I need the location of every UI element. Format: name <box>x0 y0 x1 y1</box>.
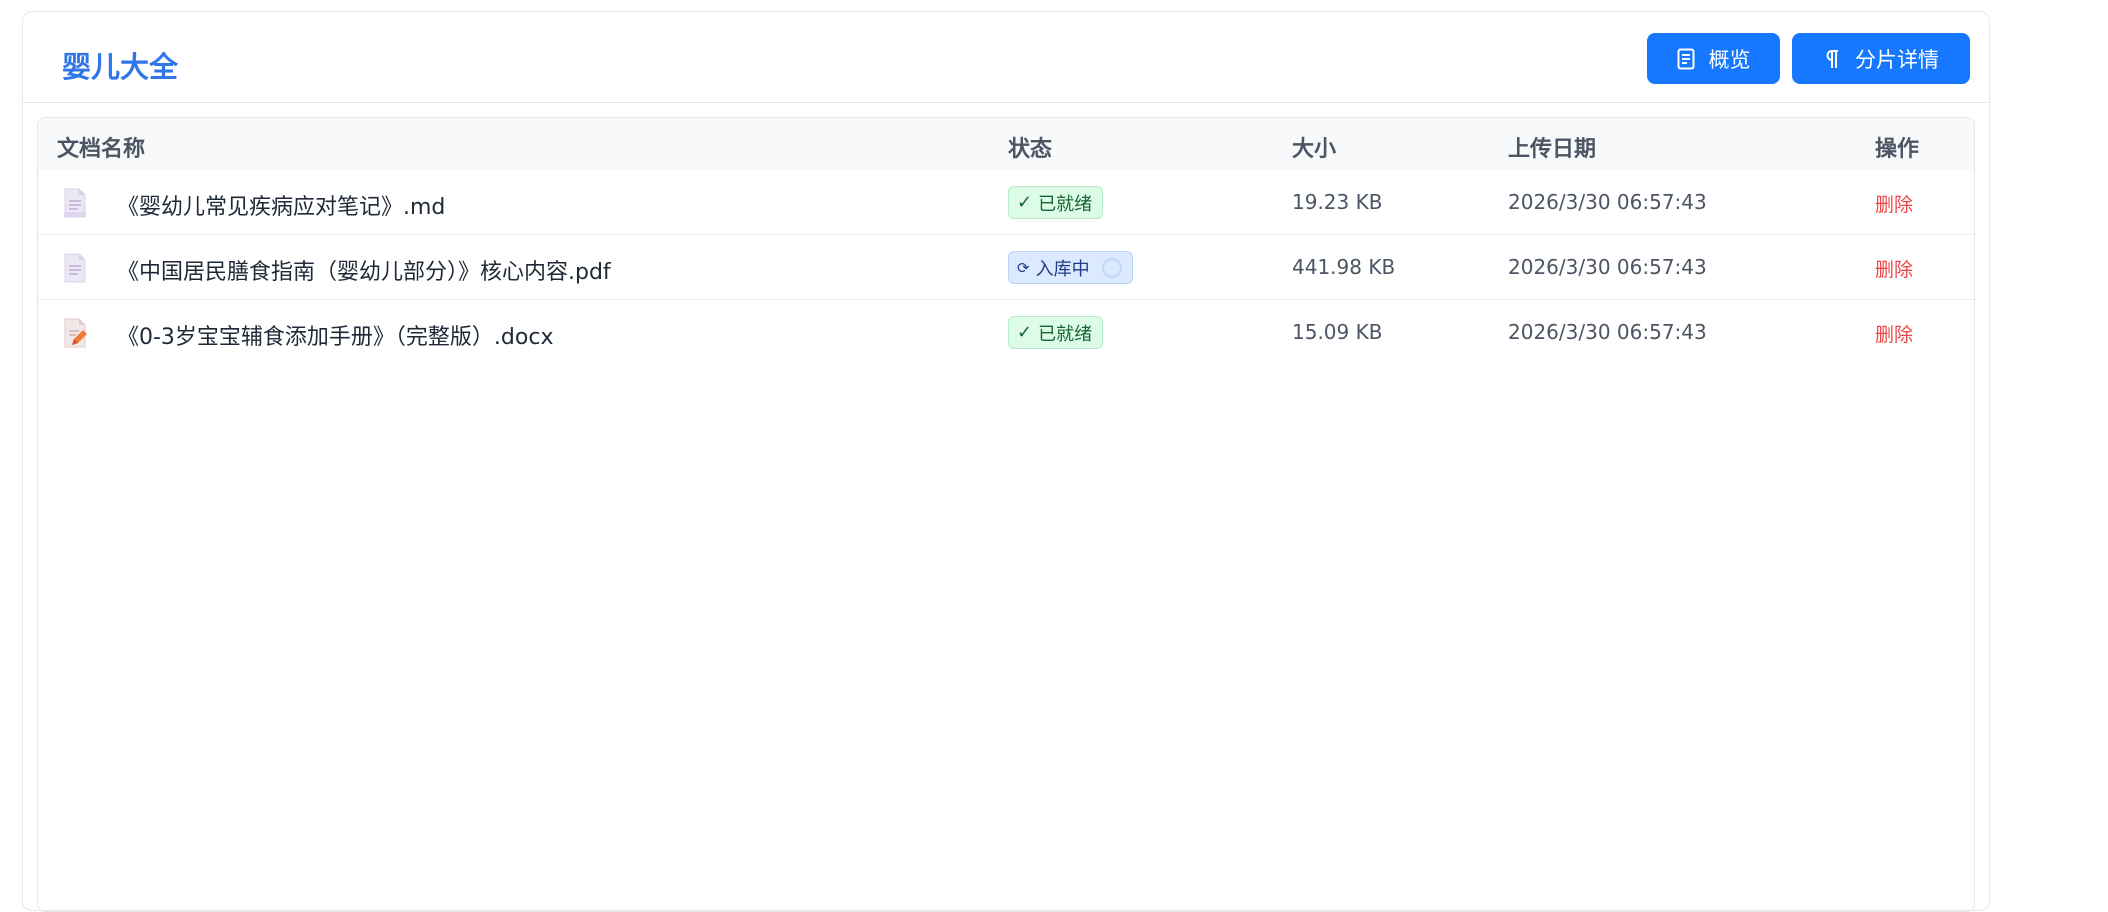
check-icon: ✓ <box>1017 322 1033 343</box>
delete-link[interactable]: 删除 <box>1875 190 1913 217</box>
delete-link[interactable]: 删除 <box>1875 255 1913 282</box>
knowledge-base-title: 婴儿大全 <box>62 50 179 84</box>
chunk-details-button-label: 分片详情 <box>1855 47 1939 72</box>
upload-date: 2026/3/30 06:57:43 <box>1508 190 1707 214</box>
column-header-actions: 操作 <box>1875 137 1920 162</box>
upload-date: 2026/3/30 06:57:43 <box>1508 320 1707 344</box>
file-size: 19.23 KB <box>1292 190 1383 214</box>
markdown-file-icon <box>62 188 88 218</box>
card-header: 婴儿大全 概览 分片详情 <box>23 12 1989 103</box>
knowledge-base-card: 婴儿大全 概览 分片详情 文档名称 状态 大小 上传日期 操作 《婴幼儿常见疾病… <box>22 11 1990 912</box>
file-size: 441.98 KB <box>1292 255 1396 279</box>
docx-file-icon <box>62 318 88 348</box>
overview-button-label: 概览 <box>1708 47 1751 72</box>
pdf-file-icon <box>62 253 88 283</box>
file-name[interactable]: 《婴幼儿常见疾病应对笔记》.md <box>117 189 445 221</box>
delete-link[interactable]: 删除 <box>1875 320 1913 347</box>
table-row[interactable]: 《0-3岁宝宝辅食添加手册》（完整版）.docx ✓ 已就绪 15.09 KB … <box>38 300 1974 365</box>
column-header-name: 文档名称 <box>57 137 146 162</box>
table-row[interactable]: 《中国居民膳食指南（婴幼儿部分）》核心内容.pdf ⟳ 入库中 441.98 K… <box>38 235 1974 300</box>
overview-button[interactable]: 概览 <box>1647 33 1780 84</box>
file-size: 15.09 KB <box>1292 320 1383 344</box>
upload-date: 2026/3/30 06:57:43 <box>1508 255 1707 279</box>
table-header: 文档名称 状态 大小 上传日期 操作 <box>38 118 1974 170</box>
check-icon: ✓ <box>1017 192 1033 213</box>
documents-table: 文档名称 状态 大小 上传日期 操作 《婴幼儿常见疾病应对笔记》.md ✓ 已就… <box>37 117 1975 912</box>
pilcrow-icon <box>1823 48 1841 70</box>
status-label: 已就绪 <box>1038 323 1093 345</box>
status-badge: ✓ 已就绪 <box>1008 186 1104 219</box>
status-badge: ⟳ 入库中 <box>1008 251 1133 284</box>
column-header-size: 大小 <box>1292 137 1337 162</box>
file-name[interactable]: 《0-3岁宝宝辅食添加手册》（完整版）.docx <box>117 319 553 351</box>
loading-spinner-icon <box>1101 257 1122 278</box>
table-row[interactable]: 《婴幼儿常见疾病应对笔记》.md ✓ 已就绪 19.23 KB 2026/3/3… <box>38 170 1974 235</box>
chunk-details-button[interactable]: 分片详情 <box>1792 33 1970 84</box>
status-badge: ✓ 已就绪 <box>1008 316 1104 349</box>
sync-icon: ⟳ <box>1017 258 1030 277</box>
status-label: 已就绪 <box>1038 193 1093 215</box>
status-label: 入库中 <box>1035 258 1090 280</box>
document-icon <box>1677 48 1695 70</box>
file-name[interactable]: 《中国居民膳食指南（婴幼儿部分）》核心内容.pdf <box>117 254 611 286</box>
column-header-status: 状态 <box>1008 137 1053 162</box>
column-header-upload-date: 上传日期 <box>1508 137 1597 162</box>
